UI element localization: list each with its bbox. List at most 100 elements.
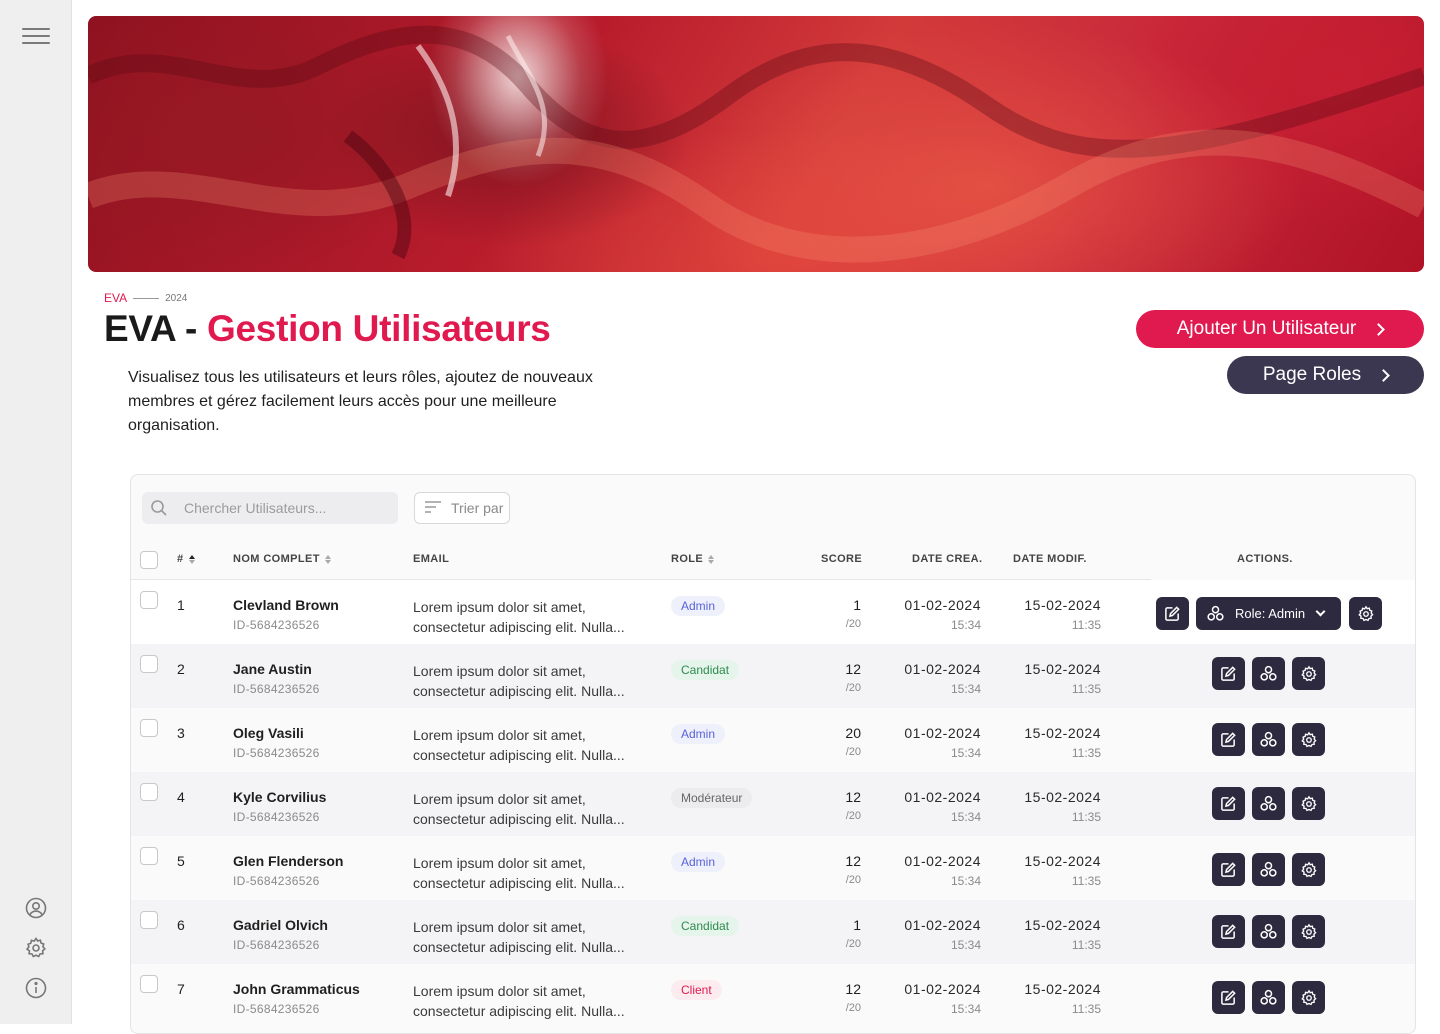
add-user-button[interactable]: Ajouter Un Utilisateur [1136,310,1424,348]
row-checkbox[interactable] [140,911,158,929]
modified-time: 11:35 [1071,874,1101,888]
user-id: ID-5684236526 [233,682,320,696]
users-table-card: Trier par # NOM COMPLET EMAIL ROLE SCORE… [130,474,1416,1034]
created-date: 01-02-2024 [904,853,981,869]
chevron-down-icon [1315,606,1326,617]
settings-user-button[interactable] [1349,597,1382,630]
table-header: # NOM COMPLET EMAIL ROLE SCORE DATE CREA… [131,545,1415,579]
settings-user-button[interactable] [1292,853,1325,886]
created-date: 01-02-2024 [904,917,981,933]
column-index-label: # [177,553,184,565]
edit-user-button[interactable] [1156,597,1189,630]
menu-icon[interactable] [22,26,50,46]
modified-time: 11:35 [1071,682,1101,696]
user-email-line1: Lorem ipsum dolor sit amet, [413,983,586,999]
created-time: 15:34 [950,618,981,632]
chevron-right-icon [1372,322,1386,336]
search-input[interactable] [184,500,384,516]
page-title-prefix: EVA - [104,308,208,349]
user-email-line1: Lorem ipsum dolor sit amet, [413,727,586,743]
gear-icon [1300,989,1318,1007]
row-checkbox[interactable] [140,975,158,993]
roles-page-button[interactable]: Page Roles [1227,356,1424,394]
roles-icon [1259,730,1278,749]
change-role-button[interactable] [1252,787,1285,820]
gear-icon [1357,605,1375,623]
score-max: /20 [845,682,861,694]
row-number: 1 [177,597,185,613]
sort-arrows-icon [708,554,715,564]
user-email-line1: Lorem ipsum dolor sit amet, [413,919,586,935]
edit-user-button[interactable] [1212,787,1245,820]
edit-icon [1220,923,1237,940]
settings-user-button[interactable] [1292,787,1325,820]
score-value: 1 [853,597,861,613]
change-role-button[interactable] [1252,915,1285,948]
gear-icon[interactable] [24,936,48,960]
created-time: 15:34 [950,810,981,824]
change-role-button[interactable] [1252,981,1285,1014]
column-actions-label: ACTIONS. [1237,553,1293,565]
roles-icon [1259,794,1278,813]
sort-button[interactable]: Trier par [414,492,510,524]
user-id: ID-5684236526 [233,746,320,760]
role-badge: Candidat [671,660,740,680]
edit-icon [1220,861,1237,878]
edit-user-button[interactable] [1212,723,1245,756]
modified-date: 15-02-2024 [1024,661,1101,677]
user-name: Oleg Vasili [233,725,304,741]
sort-button-label: Trier par [451,500,504,516]
edit-user-button[interactable] [1212,657,1245,690]
row-checkbox[interactable] [140,719,158,737]
role-badge: Admin [671,596,726,616]
user-email-line2: consectetur adipiscing elit. Nulla... [413,747,625,763]
created-date: 01-02-2024 [904,981,981,997]
settings-user-button[interactable] [1292,723,1325,756]
row-checkbox[interactable] [140,783,158,801]
row-checkbox[interactable] [140,847,158,865]
user-email-line2: consectetur adipiscing elit. Nulla... [413,939,625,955]
role-badge: Client [671,980,722,1000]
gear-icon [1300,731,1318,749]
user-email-line1: Lorem ipsum dolor sit amet, [413,791,586,807]
roles-icon [1259,860,1278,879]
change-role-button[interactable] [1252,853,1285,886]
column-role[interactable]: ROLE [671,553,715,565]
role-select-dropdown[interactable]: Role: Admin [1196,597,1341,630]
row-checkbox[interactable] [140,591,158,609]
score-max: /20 [845,810,861,822]
column-created-label: DATE CREA. [912,553,983,565]
edit-user-button[interactable] [1212,981,1245,1014]
user-email-line2: consectetur adipiscing elit. Nulla... [413,619,625,635]
user-icon[interactable] [24,896,48,920]
user-email-line1: Lorem ipsum dolor sit amet, [413,599,586,615]
settings-user-button[interactable] [1292,981,1325,1014]
sort-arrows-icon [188,554,195,564]
column-score: SCORE [821,553,862,565]
select-all-checkbox[interactable] [140,551,158,569]
modified-date: 15-02-2024 [1024,981,1101,997]
eyebrow-divider [133,297,160,299]
edit-user-button[interactable] [1212,853,1245,886]
row-checkbox[interactable] [140,655,158,673]
created-time: 15:34 [950,746,981,760]
modified-date: 15-02-2024 [1024,917,1101,933]
edit-user-button[interactable] [1212,915,1245,948]
roles-page-button-label: Page Roles [1262,364,1362,385]
table-row: 4 Kyle Corvilius ID-5684236526 Lorem ipsum … [131,772,1415,836]
table-row: 3 Oleg Vasili ID-5684236526 Lorem ipsum dol… [131,708,1415,772]
created-date: 01-02-2024 [904,725,981,741]
search-box [142,492,398,524]
change-role-button[interactable] [1252,723,1285,756]
score-max: /20 [845,618,861,630]
column-index[interactable]: # [177,553,195,565]
user-id: ID-5684236526 [233,938,320,952]
add-user-button-label: Ajouter Un Utilisateur [1176,318,1357,339]
settings-user-button[interactable] [1292,657,1325,690]
column-name[interactable]: NOM COMPLET [233,553,331,565]
page-title-accent: Gestion Utilisateurs [207,308,551,349]
edit-icon [1164,605,1181,622]
change-role-button[interactable] [1252,657,1285,690]
info-icon[interactable] [24,976,48,1000]
settings-user-button[interactable] [1292,915,1325,948]
